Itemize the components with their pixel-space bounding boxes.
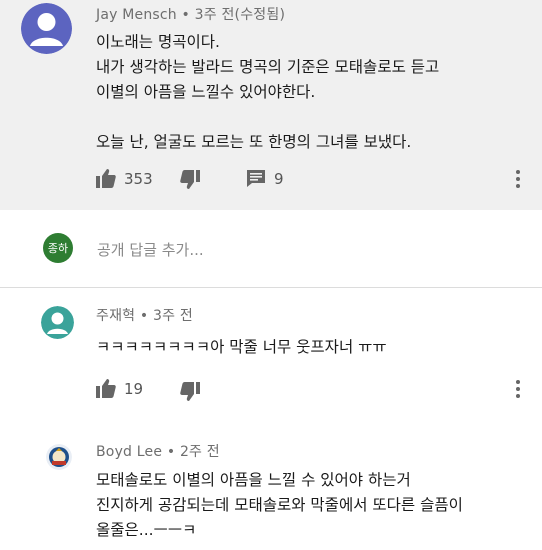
comment-body: 이노래는 명곡이다. 내가 생각하는 발라드 명곡의 기준은 모태솔로도 듣고 … <box>96 30 439 155</box>
more-options-icon[interactable] <box>515 380 521 401</box>
comment-line: 진지하게 공감되는데 모태솔로와 막줄에서 또다른 슬픔이 <box>96 496 463 514</box>
avatar[interactable] <box>41 306 74 339</box>
thumbs-down-icon <box>180 170 200 189</box>
comment-body: 모태솔로도 이별의 아픔을 느낄 수 있어야 하는거 진지하게 공감되는데 모태… <box>96 468 463 543</box>
comment-line: 이노래는 명곡이다. <box>96 33 220 51</box>
timestamp[interactable]: • 3주 전(수정됨) <box>182 7 286 23</box>
like-button[interactable]: 353 <box>96 169 153 188</box>
comment-line: 올줄은...ㅡㅡㅋ <box>96 521 197 539</box>
comment-line <box>96 105 439 130</box>
divider <box>0 287 542 288</box>
like-count: 353 <box>124 169 153 188</box>
comment-line: 이별의 아픔을 느낄수 있어야한다. <box>96 83 316 101</box>
comment-icon <box>246 169 266 188</box>
comment-line: 모태솔로도 이별의 아픔을 느낄 수 있어야 하는거 <box>96 471 411 489</box>
like-button[interactable]: 19 <box>96 379 143 398</box>
comment-line: 내가 생각하는 발라드 명곡의 기준은 모태솔로도 듣고 <box>96 58 440 76</box>
thumbs-up-icon <box>96 169 116 188</box>
comment-line: ㅋㅋㅋㅋㅋㅋㅋㅋ아 막줄 너무 웃프자너 ㅠㅠ <box>96 338 387 356</box>
timestamp[interactable]: • 2주 전 <box>167 444 220 460</box>
dislike-button[interactable] <box>180 382 200 401</box>
like-count: 19 <box>124 379 144 398</box>
avatar-initials: 종하 <box>47 242 69 255</box>
comment-meta: 주재혁 • 3주 전 <box>96 305 193 325</box>
author-name[interactable]: 주재혁 <box>96 308 135 324</box>
thumbs-down-icon <box>180 382 200 401</box>
thumbs-up-icon <box>96 379 116 398</box>
avatar[interactable] <box>46 444 72 470</box>
comment-meta: Boyd Lee • 2주 전 <box>96 441 220 461</box>
reply-input[interactable]: 공개 답글 추가... <box>97 239 204 260</box>
author-name[interactable]: Boyd Lee <box>96 444 162 460</box>
dislike-button[interactable] <box>180 170 200 189</box>
reply-count: 9 <box>274 169 284 188</box>
avatar[interactable] <box>21 3 72 54</box>
author-name[interactable]: Jay Mensch <box>96 7 177 23</box>
reply-count-button[interactable]: 9 <box>246 169 284 188</box>
avatar: 종하 <box>43 233 73 263</box>
timestamp[interactable]: • 3주 전 <box>140 308 193 324</box>
comment-body: ㅋㅋㅋㅋㅋㅋㅋㅋ아 막줄 너무 웃프자너 ㅠㅠ <box>96 335 387 360</box>
comment-meta: Jay Mensch • 3주 전(수정됨) <box>96 4 285 24</box>
comment-line: 오늘 난, 얼굴도 모르는 또 한명의 그녀를 보냈다. <box>96 133 412 151</box>
more-options-icon[interactable] <box>515 170 521 191</box>
